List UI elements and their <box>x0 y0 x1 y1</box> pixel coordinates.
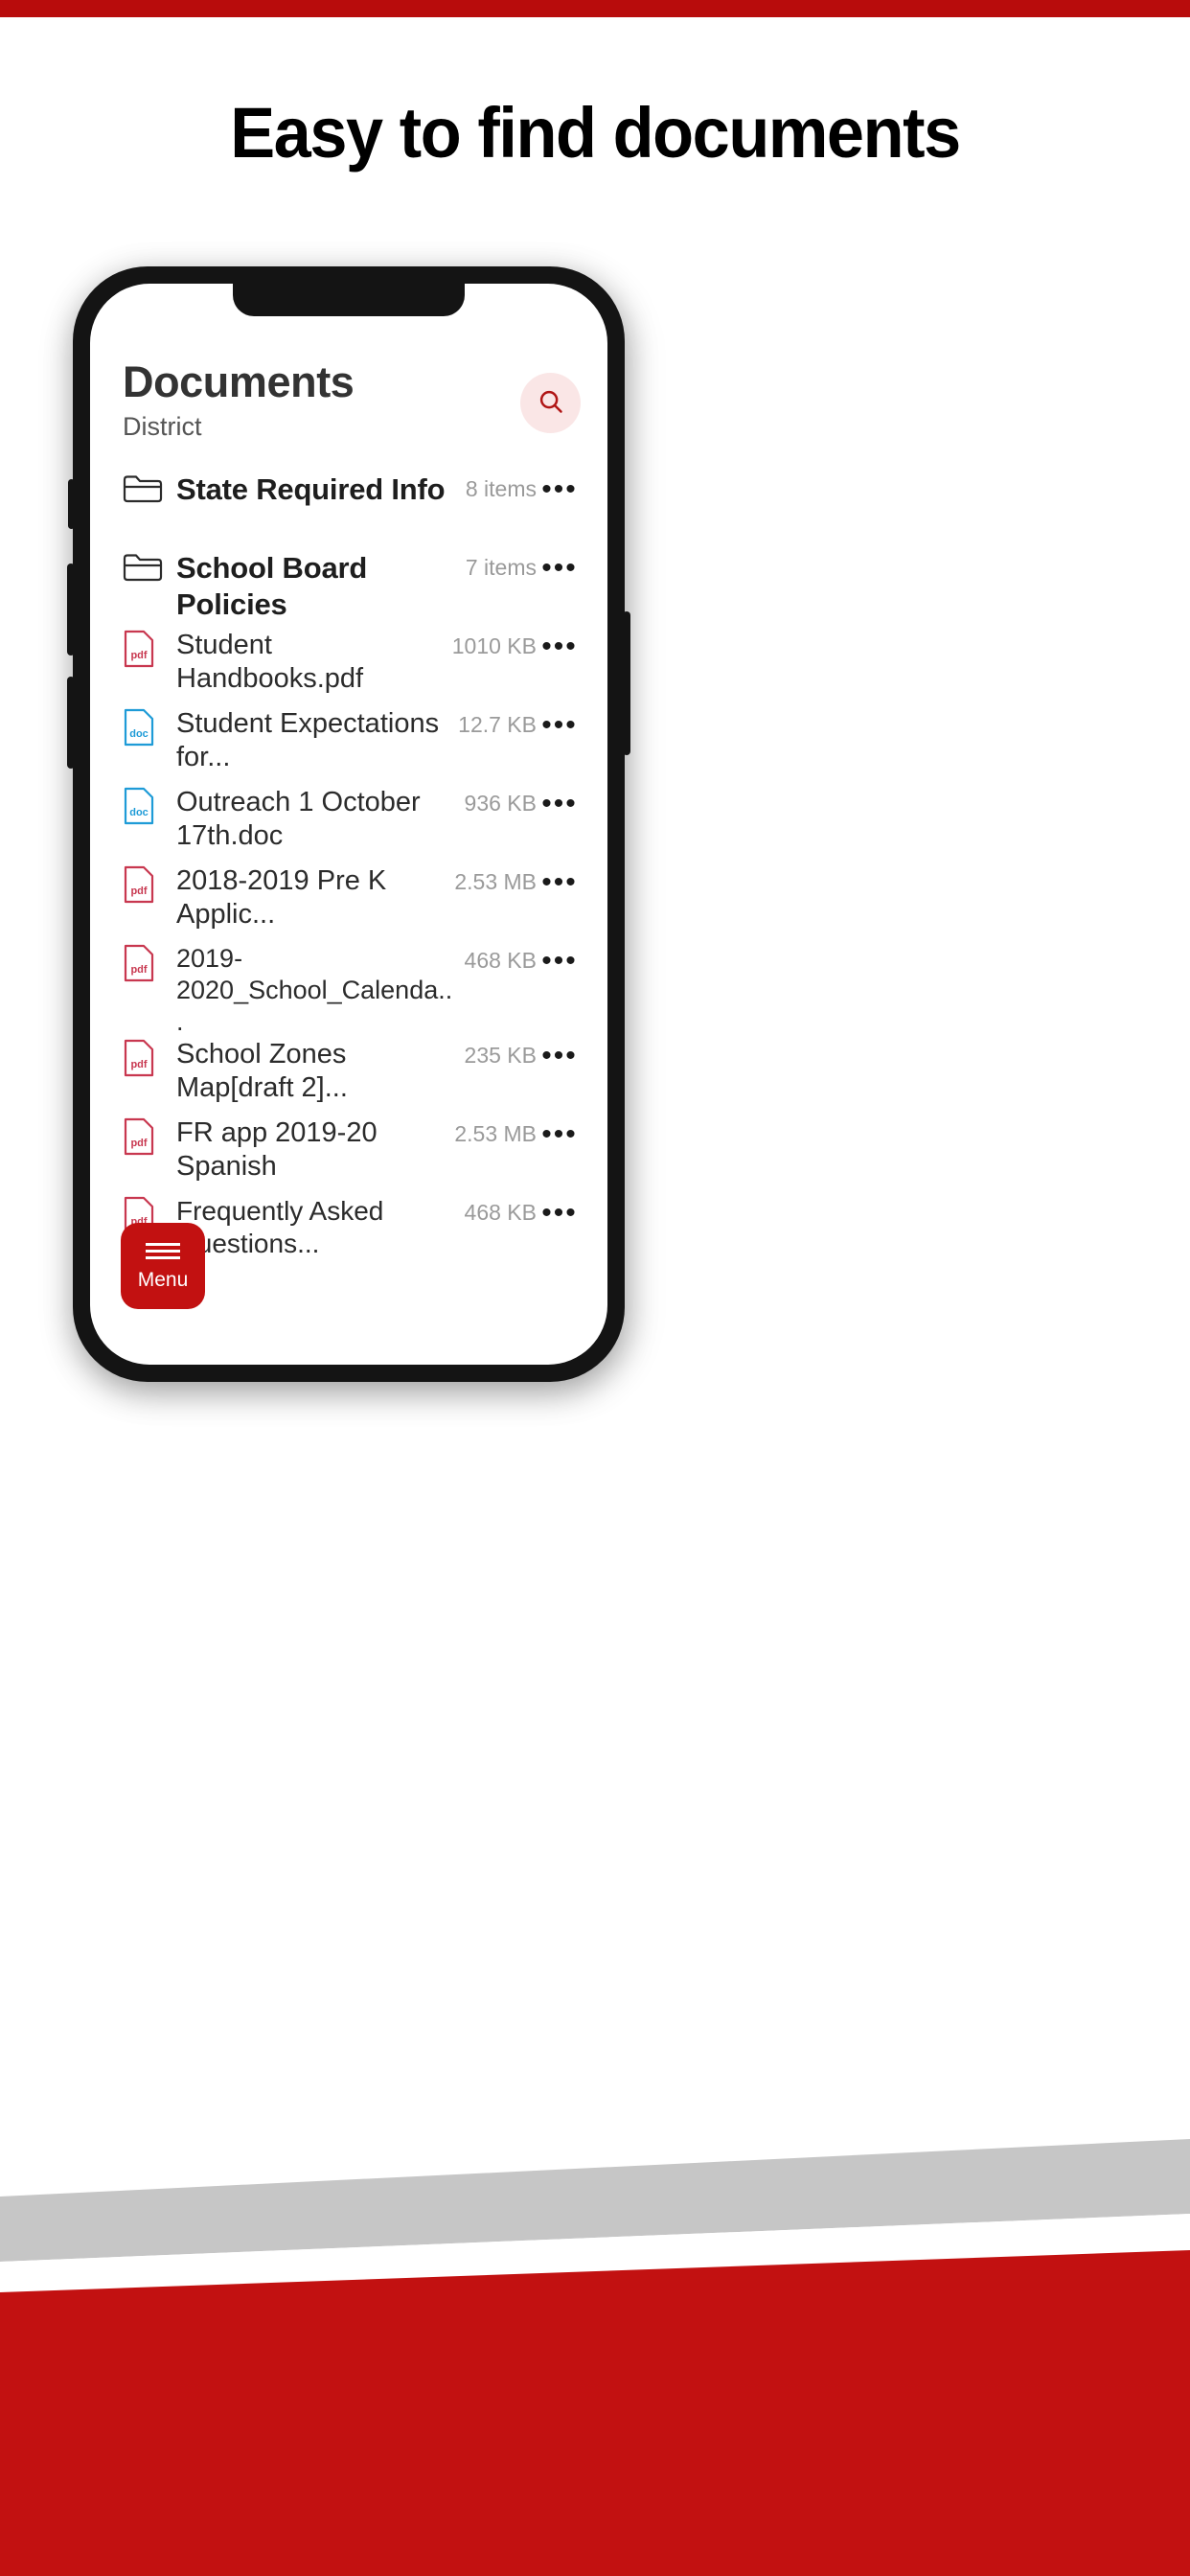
svg-text:pdf: pdf <box>130 650 147 661</box>
top-accent-bar <box>0 0 1190 17</box>
folder-icon <box>123 472 165 504</box>
list-item[interactable]: pdf 2019-2020_School_Calenda... 468 KB •… <box>90 943 607 1038</box>
title-group: Documents District <box>123 357 355 441</box>
more-options-button[interactable]: ••• <box>537 1116 583 1149</box>
phone-volume-down-button[interactable] <box>67 677 75 769</box>
pdf-file-icon: pdf <box>123 629 165 669</box>
list-item-name: State Required Info <box>176 472 446 506</box>
list-item[interactable]: State Required Info 8 items ••• <box>90 472 607 550</box>
more-options-button[interactable]: ••• <box>537 1195 583 1228</box>
more-options-button[interactable]: ••• <box>537 472 583 504</box>
app-header: Documents District <box>90 360 607 466</box>
svg-text:pdf: pdf <box>130 964 147 976</box>
list-item[interactable]: pdf School Zones Map[draft 2]... 235 KB … <box>90 1038 607 1116</box>
folder-icon <box>123 550 165 583</box>
more-options-button[interactable]: ••• <box>537 1038 583 1070</box>
list-item-name: FR app 2019-20 Spanish <box>176 1116 378 1183</box>
svg-text:pdf: pdf <box>130 1138 147 1149</box>
list-item-meta: 2.53 MB <box>454 1120 537 1146</box>
svg-text:pdf: pdf <box>130 886 147 897</box>
svg-text:pdf: pdf <box>130 1059 147 1070</box>
search-icon <box>537 387 565 419</box>
list-item[interactable]: pdf Student Handbooks.pdf 1010 KB ••• <box>90 629 607 707</box>
bottom-decoration <box>0 2089 1190 2576</box>
list-item[interactable]: School Board Policies 7 items ••• <box>90 550 607 629</box>
list-item-name: Frequently Asked Questions... <box>176 1195 384 1258</box>
list-item-name: 2018-2019 Pre K Applic... <box>176 865 387 931</box>
list-item-name: Student Expectations for... <box>176 708 440 773</box>
list-item[interactable]: doc Student Expectations for... 12.7 KB … <box>90 707 607 786</box>
list-item-name: School Board Policies <box>176 551 368 621</box>
list-item-meta: 1010 KB <box>451 633 537 658</box>
list-item[interactable]: pdf FR app 2019-20 Spanish 2.53 MB ••• <box>90 1116 607 1195</box>
pdf-file-icon: pdf <box>123 864 165 905</box>
pdf-file-icon: pdf <box>123 1038 165 1078</box>
list-item-name: Student Handbooks.pdf <box>176 630 364 695</box>
phone-mute-switch[interactable] <box>68 479 75 529</box>
more-options-button[interactable]: ••• <box>537 707 583 740</box>
svg-text:doc: doc <box>129 807 149 818</box>
documents-app: Documents District State Required Info 8… <box>90 284 607 1365</box>
list-item-meta: 7 items <box>465 555 537 580</box>
list-item-meta: 12.7 KB <box>458 712 537 737</box>
svg-text:doc: doc <box>129 728 149 740</box>
list-item-meta: 468 KB <box>464 948 537 973</box>
decor-shapes <box>0 2139 1190 2576</box>
page-title: Documents <box>123 357 355 406</box>
list-item-name: 2019-2020_School_Calenda... <box>176 944 453 1036</box>
list-item[interactable]: doc Outreach 1 October 17th.doc 936 KB •… <box>90 786 607 864</box>
list-item-name: School Zones Map[draft 2]... <box>176 1038 348 1104</box>
pdf-file-icon: pdf <box>123 1116 165 1157</box>
pdf-file-icon: pdf <box>123 943 165 983</box>
list-item-meta: 235 KB <box>464 1042 537 1068</box>
more-options-button[interactable]: ••• <box>537 864 583 897</box>
phone-screen: Documents District State Required Info 8… <box>90 284 607 1365</box>
hamburger-icon <box>146 1242 180 1260</box>
menu-button-label: Menu <box>137 1268 189 1291</box>
search-button[interactable] <box>520 373 581 433</box>
more-options-button[interactable]: ••• <box>537 550 583 583</box>
list-item-meta: 8 items <box>465 476 537 501</box>
list-item-meta: 468 KB <box>464 1199 537 1225</box>
doc-file-icon: doc <box>123 786 165 826</box>
menu-button[interactable]: Menu <box>121 1223 205 1309</box>
more-options-button[interactable]: ••• <box>537 786 583 818</box>
more-options-button[interactable]: ••• <box>537 943 583 976</box>
phone-notch <box>233 284 465 316</box>
list-item-meta: 2.53 MB <box>454 869 537 894</box>
more-options-button[interactable]: ••• <box>537 629 583 661</box>
list-item-name: Outreach 1 October 17th.doc <box>176 787 421 852</box>
phone-body: Documents District State Required Info 8… <box>67 266 630 1382</box>
phone-power-button[interactable] <box>623 611 630 755</box>
document-list: State Required Info 8 items ••• School B <box>90 472 607 1274</box>
page-headline: Easy to find documents <box>230 93 961 172</box>
list-item-meta: 936 KB <box>464 791 537 816</box>
page-subtitle: District <box>123 412 202 441</box>
doc-file-icon: doc <box>123 707 165 748</box>
list-item[interactable]: pdf 2018-2019 Pre K Applic... 2.53 MB ••… <box>90 864 607 943</box>
phone-volume-up-button[interactable] <box>67 564 75 656</box>
phone-mockup: Documents District State Required Info 8… <box>67 266 630 1392</box>
